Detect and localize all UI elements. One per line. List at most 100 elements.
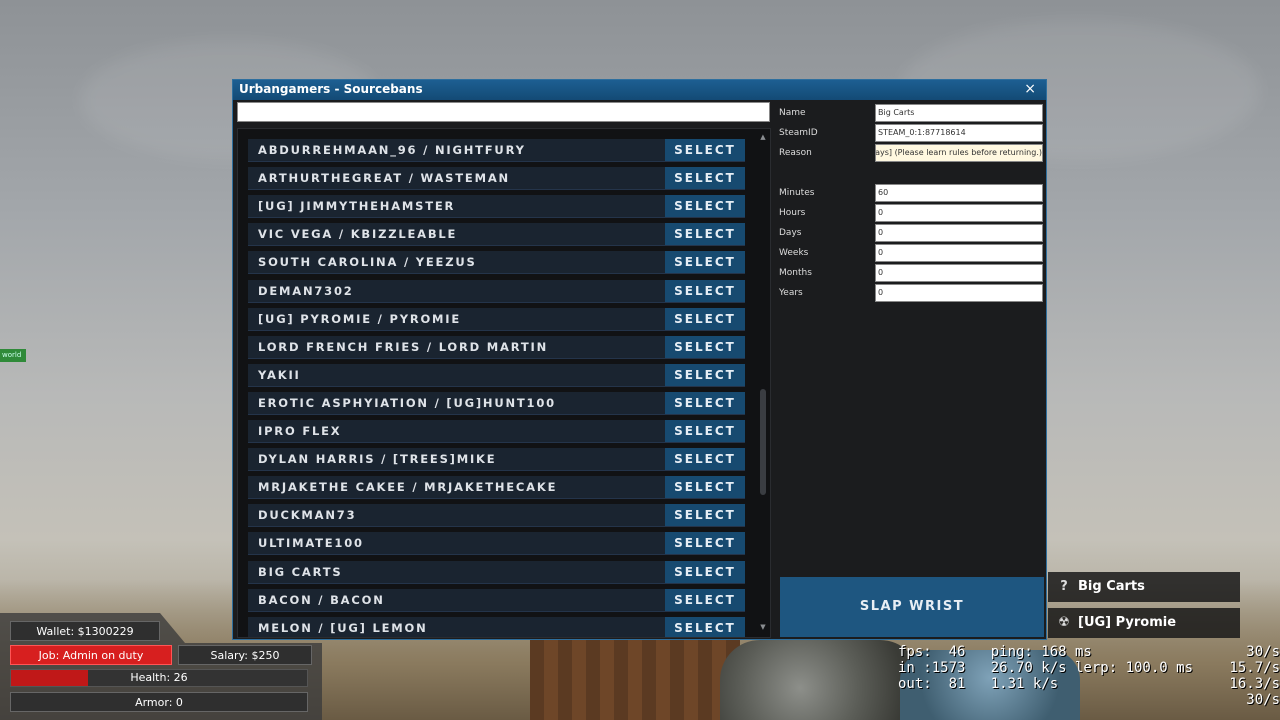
select-button[interactable]: SELECT bbox=[665, 532, 745, 555]
salary-display: Salary: $250 bbox=[178, 645, 312, 665]
netgraph: fps: 46 ping: 168 ms in :1573 26.70 k/s l… bbox=[898, 644, 1193, 692]
search-input[interactable] bbox=[237, 102, 770, 122]
netgraph-rates: 30/s 15.7/s 16.3/s 30/s bbox=[1229, 644, 1280, 708]
select-button[interactable]: SELECT bbox=[665, 588, 745, 611]
scroll-thumb[interactable] bbox=[760, 389, 766, 495]
rate-line: 16.3/s bbox=[1229, 676, 1280, 692]
select-button[interactable]: SELECT bbox=[665, 448, 745, 471]
select-button[interactable]: SELECT bbox=[665, 476, 745, 499]
window-titlebar[interactable]: Urbangamers - Sourcebans × bbox=[233, 80, 1046, 100]
player-card-name: Big Carts bbox=[1078, 579, 1145, 594]
years-field[interactable]: 0 bbox=[875, 284, 1043, 302]
rate-line: 30/s bbox=[1246, 644, 1280, 660]
player-row: EROTIC ASPHYIATION / [UG]HUNT100 SELECT bbox=[248, 391, 745, 415]
health-bar: Health: 26 bbox=[10, 669, 308, 687]
player-name: ARTHURTHEGREAT / WASTEMAN bbox=[258, 171, 510, 186]
wallet-display: Wallet: $1300229 bbox=[10, 621, 160, 641]
days-label: Days bbox=[779, 228, 802, 238]
close-icon[interactable]: × bbox=[1024, 81, 1036, 97]
player-card: ? Big Carts bbox=[1048, 572, 1240, 602]
player-name: BIG CARTS bbox=[258, 564, 343, 579]
scrollbar[interactable]: ▲ ▼ bbox=[758, 133, 768, 633]
avatar-icon: ☢ bbox=[1058, 615, 1070, 630]
days-field[interactable]: 0 bbox=[875, 224, 1043, 242]
select-button[interactable]: SELECT bbox=[665, 251, 745, 274]
player-card-name: [UG] Pyromie bbox=[1078, 615, 1177, 630]
select-button[interactable]: SELECT bbox=[665, 223, 745, 246]
select-button[interactable]: SELECT bbox=[665, 139, 745, 161]
netgraph-line: fps: 46 ping: 168 ms bbox=[898, 644, 1092, 660]
weeks-field[interactable]: 0 bbox=[875, 244, 1043, 262]
held-weapon bbox=[720, 640, 920, 720]
rate-line: 15.7/s bbox=[1229, 660, 1280, 676]
player-row: ULTIMATE100 SELECT bbox=[248, 532, 745, 556]
scroll-up-icon[interactable]: ▲ bbox=[758, 133, 768, 143]
player-row: [UG] JIMMYTHEHAMSTER SELECT bbox=[248, 195, 745, 219]
player-name: [UG] PYROMIE / PYROMIE bbox=[258, 311, 462, 326]
job-display: Job: Admin on duty bbox=[10, 645, 172, 665]
steamid-field[interactable]: STEAM_0:1:87718614 bbox=[875, 124, 1043, 142]
rate-line: 30/s bbox=[1246, 692, 1280, 708]
scroll-down-icon[interactable]: ▼ bbox=[758, 623, 768, 633]
player-row: LORD FRENCH FRIES / LORD MARTIN SELECT bbox=[248, 335, 745, 359]
select-button[interactable]: SELECT bbox=[665, 167, 745, 190]
player-name: YAKII bbox=[258, 367, 301, 382]
hours-label: Hours bbox=[779, 208, 806, 218]
select-button[interactable]: SELECT bbox=[665, 560, 745, 583]
select-button[interactable]: SELECT bbox=[665, 195, 745, 218]
player-name: [UG] JIMMYTHEHAMSTER bbox=[258, 199, 456, 214]
select-button[interactable]: SELECT bbox=[665, 391, 745, 414]
player-name: EROTIC ASPHYIATION / [UG]HUNT100 bbox=[258, 395, 556, 410]
player-row: BIG CARTS SELECT bbox=[248, 560, 745, 584]
weeks-label: Weeks bbox=[779, 248, 809, 258]
player-row: MRJAKETHE CAKEE / MRJAKETHECAKE SELECT bbox=[248, 476, 745, 500]
player-row: SOUTH CAROLINA / YEEZUS SELECT bbox=[248, 251, 745, 275]
netgraph-line: out: 81 1.31 k/s bbox=[898, 676, 1059, 692]
player-row: ABDURREHMAAN_96 / NIGHTFURY SELECT bbox=[248, 139, 745, 162]
player-row: [UG] PYROMIE / PYROMIE SELECT bbox=[248, 307, 745, 331]
player-row: ARTHURTHEGREAT / WASTEMAN SELECT bbox=[248, 167, 745, 191]
select-button[interactable]: SELECT bbox=[665, 504, 745, 527]
select-button[interactable]: SELECT bbox=[665, 420, 745, 442]
player-name: BACON / BACON bbox=[258, 592, 385, 607]
select-button[interactable]: SELECT bbox=[665, 616, 745, 637]
name-label: Name bbox=[779, 108, 806, 118]
player-name: VIC VEGA / KBIZZLEABLE bbox=[258, 227, 458, 242]
player-hud: Wallet: $1300229 Job: Admin on duty Sala… bbox=[0, 613, 322, 720]
player-row: VIC VEGA / KBIZZLEABLE SELECT bbox=[248, 223, 745, 247]
player-name: DYLAN HARRIS / [TREES]MIKE bbox=[258, 452, 497, 467]
select-button[interactable]: SELECT bbox=[665, 363, 745, 386]
minutes-label: Minutes bbox=[779, 188, 815, 198]
slap-wrist-button[interactable]: SLAP WRIST bbox=[780, 577, 1044, 637]
player-row: DUCKMAN73 SELECT bbox=[248, 504, 745, 528]
minutes-field[interactable]: 60 bbox=[875, 184, 1043, 202]
select-button[interactable]: SELECT bbox=[665, 307, 745, 330]
reason-text: ays] (Please learn rules before returnin… bbox=[875, 148, 1042, 157]
hours-field[interactable]: 0 bbox=[875, 204, 1043, 222]
netgraph-line: in :1573 26.70 k/s lerp: 100.0 ms bbox=[898, 660, 1194, 676]
reason-field[interactable]: ays] (Please learn rules before returnin… bbox=[875, 144, 1043, 162]
player-name: SOUTH CAROLINA / YEEZUS bbox=[258, 255, 477, 270]
months-label: Months bbox=[779, 268, 812, 278]
months-field[interactable]: 0 bbox=[875, 264, 1043, 282]
select-button[interactable]: SELECT bbox=[665, 335, 745, 358]
armor-display: Armor: 0 bbox=[10, 692, 308, 712]
player-row: DYLAN HARRIS / [TREES]MIKE SELECT bbox=[248, 448, 745, 472]
steamid-label: SteamID bbox=[779, 128, 818, 138]
wooden-crate bbox=[530, 640, 740, 720]
reason-label: Reason bbox=[779, 148, 812, 158]
player-card: ☢ [UG] Pyromie bbox=[1048, 608, 1240, 638]
player-name: DUCKMAN73 bbox=[258, 508, 357, 523]
player-name: MRJAKETHE CAKEE / MRJAKETHECAKE bbox=[258, 480, 558, 495]
select-button[interactable]: SELECT bbox=[665, 279, 745, 302]
world-tag: world bbox=[0, 349, 26, 362]
player-list: ABDURREHMAAN_96 / NIGHTFURY SELECT ARTHURT… bbox=[237, 128, 771, 638]
health-text: Health: 26 bbox=[130, 671, 188, 684]
unknown-avatar-icon: ? bbox=[1060, 579, 1068, 594]
player-name: ULTIMATE100 bbox=[258, 536, 364, 551]
player-row: MELON / [UG] LEMON SELECT bbox=[248, 616, 745, 637]
player-name: ABDURREHMAAN_96 / NIGHTFURY bbox=[258, 143, 526, 157]
sourcebans-window: Urbangamers - Sourcebans × ABDURREHMAAN_… bbox=[232, 79, 1047, 640]
player-row: DEMAN7302 SELECT bbox=[248, 279, 745, 303]
name-field[interactable]: Big Carts bbox=[875, 104, 1043, 122]
